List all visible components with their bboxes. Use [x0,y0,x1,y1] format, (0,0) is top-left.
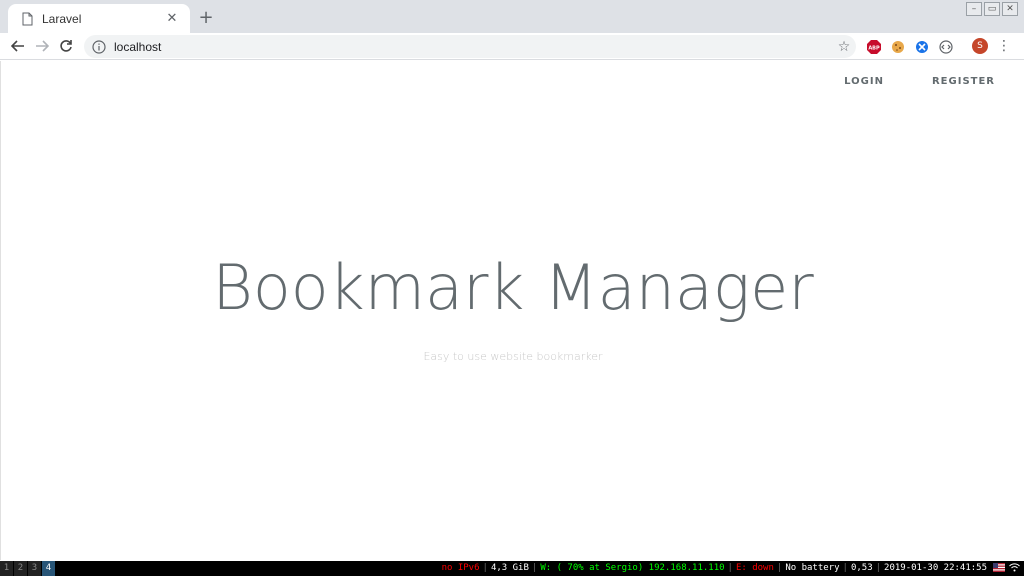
status-separator: | [776,563,783,573]
adblock-plus-icon[interactable]: ABP [864,37,884,57]
profile-avatar[interactable]: S [972,38,988,54]
login-link[interactable]: LOGIN [844,76,884,87]
status-separator: | [727,563,733,573]
forward-button[interactable] [30,34,54,58]
reload-button[interactable] [54,34,78,58]
status-separator: | [531,563,538,573]
status-item: 4,3 GiB [490,563,529,573]
bookmark-star-icon[interactable]: ☆ [832,39,856,55]
status-item: 0,53 [850,563,873,573]
status-separator: | [875,563,882,573]
info-icon[interactable] [92,39,106,54]
tab-title: Laravel [42,11,82,26]
status-item: no IPv6 [441,563,480,573]
status-items: no IPv6 | 4,3 GiB | W: ( 70% at Sergio) 192.… [442,561,1020,576]
reload-icon [60,40,72,52]
status-separator: | [842,563,848,573]
window-controls: – ▭ ✕ [966,2,1018,16]
status-separator: | [482,563,488,573]
maximize-button[interactable]: ▭ [984,2,1000,16]
tab-close-icon[interactable]: ✕ [164,11,180,26]
workspace-button[interactable]: 3 [28,561,41,576]
document-icon [20,11,34,27]
code-icon[interactable] [936,37,956,57]
browser-toolbar: localhost ☆ ABP S ⋮ [0,33,1024,60]
status-item: No battery [785,563,840,573]
browser-tab[interactable]: Laravel ✕ [8,4,190,33]
new-tab-button[interactable]: + [196,8,216,28]
page-content: LOGIN REGISTER Bookmark Manager Easy to … [0,61,1024,560]
close-window-button[interactable]: ✕ [1002,2,1018,16]
status-item: E: down [735,563,774,573]
page-title: Bookmark Manager [212,251,814,324]
tab-strip: Laravel ✕ + – ▭ ✕ [0,0,1024,33]
cookie-icon[interactable] [888,37,908,57]
workspace-switcher: 1234 [0,561,56,576]
page-subtitle: Easy to use website bookmarker [423,350,603,363]
keyboard-layout-flag-icon[interactable] [993,561,1005,576]
status-item: W: ( 70% at Sergio) 192.168.11.110 [540,563,725,573]
url-text[interactable]: localhost [114,40,832,54]
address-bar[interactable]: localhost ☆ [84,35,856,58]
browser-menu-icon[interactable]: ⋮ [996,37,1012,55]
extensions-bar: ABP [864,35,956,58]
svg-text:ABP: ABP [868,45,880,51]
system-status-bar: 1234 no IPv6 | 4,3 GiB | W: ( 70% at Sergio)… [0,561,1024,576]
workspace-button[interactable]: 1 [0,561,13,576]
hero: Bookmark Manager Easy to use website boo… [1,248,1024,363]
workspace-button[interactable]: 2 [14,561,27,576]
forward-arrow-icon [36,40,49,52]
register-link[interactable]: REGISTER [932,76,995,87]
back-arrow-icon [11,40,24,52]
status-item: 2019-01-30 22:41:55 [884,563,987,573]
wifi-icon[interactable] [1009,561,1020,576]
extension-blue-icon[interactable] [912,37,932,57]
workspace-button[interactable]: 4 [42,561,55,576]
back-button[interactable] [6,34,30,58]
top-nav: LOGIN REGISTER [844,76,995,87]
minimize-button[interactable]: – [966,2,982,16]
